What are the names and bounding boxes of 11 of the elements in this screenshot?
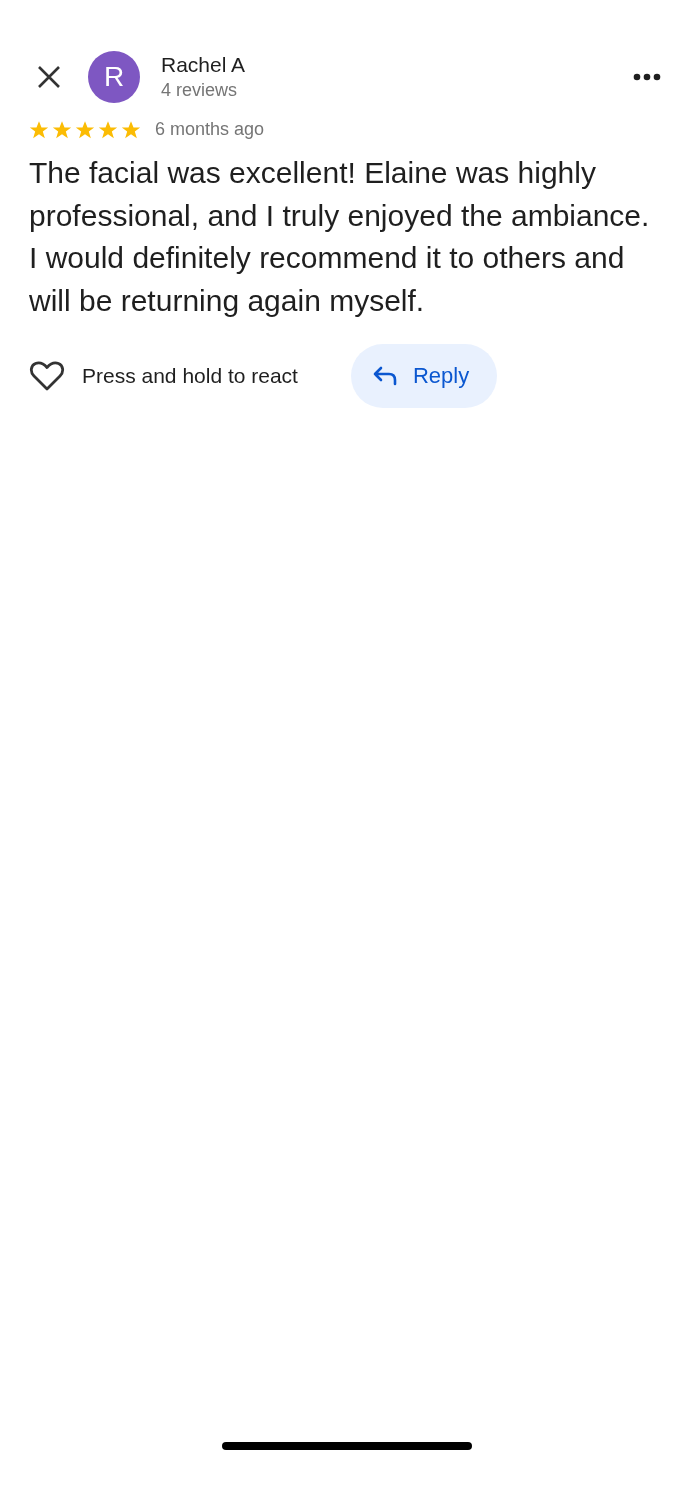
heart-icon [29, 360, 65, 392]
reviewer-name[interactable]: Rachel A [161, 52, 629, 78]
react-button[interactable]: Press and hold to react [29, 360, 298, 392]
review-text: The facial was excellent! Elaine was highly professional, and I truly enjoyed the ambiance. I would definitely recommend it to others and will be returning again myself. [28, 155, 651, 319]
avatar[interactable]: R [88, 51, 140, 103]
more-icon [633, 73, 661, 81]
close-icon [37, 65, 61, 89]
reply-button[interactable]: Reply [350, 344, 498, 408]
review-time: 6 months ago [155, 119, 265, 140]
review-count: 4 reviews [161, 79, 239, 102]
reply-icon [372, 366, 397, 386]
